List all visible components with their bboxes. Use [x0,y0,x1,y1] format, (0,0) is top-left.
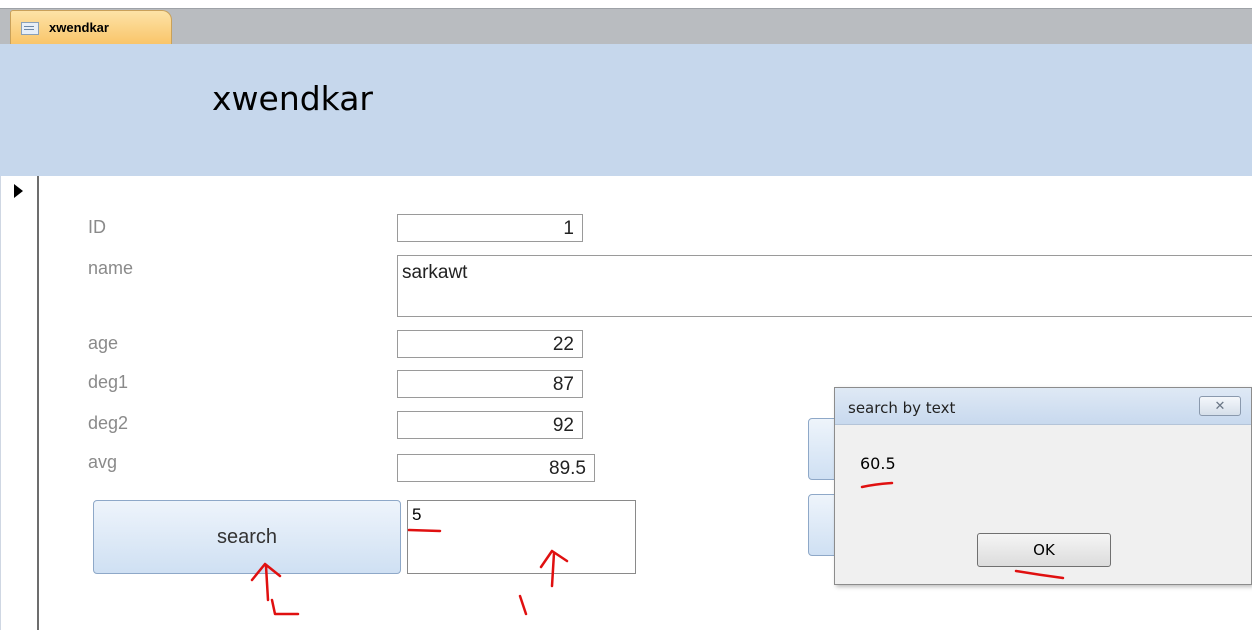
form-header: xwendkar [0,44,1252,176]
tab-xwendkar[interactable]: xwendkar [10,10,172,44]
close-icon[interactable]: ✕ [1199,396,1241,416]
label-age: age [88,333,119,353]
age-field[interactable]: 22 [397,330,583,358]
deg2-field[interactable]: 92 [397,411,583,439]
annotation-mark-search [270,598,300,616]
name-field[interactable]: sarkawt [397,255,1252,317]
document-tab-strip: xwendkar [0,0,1252,45]
dialog-title: search by text [848,399,956,417]
id-field[interactable]: 1 [397,214,583,242]
tab-label: xwendkar [49,20,109,35]
form-tab-icon [21,22,39,35]
message-dialog: search by text ✕ 60.5 OK [834,387,1252,585]
tab-strip-bar [0,8,1252,45]
record-selector-arrow-icon [14,184,23,198]
deg1-field[interactable]: 87 [397,370,583,398]
label-deg2: deg2 [88,413,129,433]
search-input[interactable]: 5 [407,500,636,574]
label-name: name [88,258,134,278]
search-button[interactable]: search [93,500,401,574]
form-title: xwendkar [212,79,374,118]
record-selector[interactable] [0,176,39,630]
dialog-titlebar[interactable]: search by text ✕ [835,388,1251,425]
dialog-message: 60.5 [860,454,896,473]
avg-field[interactable]: 89.5 [397,454,595,482]
label-avg: avg [88,452,118,472]
ok-button[interactable]: OK [977,533,1111,567]
label-id: ID [88,217,106,237]
annotation-mark-input [518,594,528,616]
label-deg1: deg1 [88,372,129,392]
